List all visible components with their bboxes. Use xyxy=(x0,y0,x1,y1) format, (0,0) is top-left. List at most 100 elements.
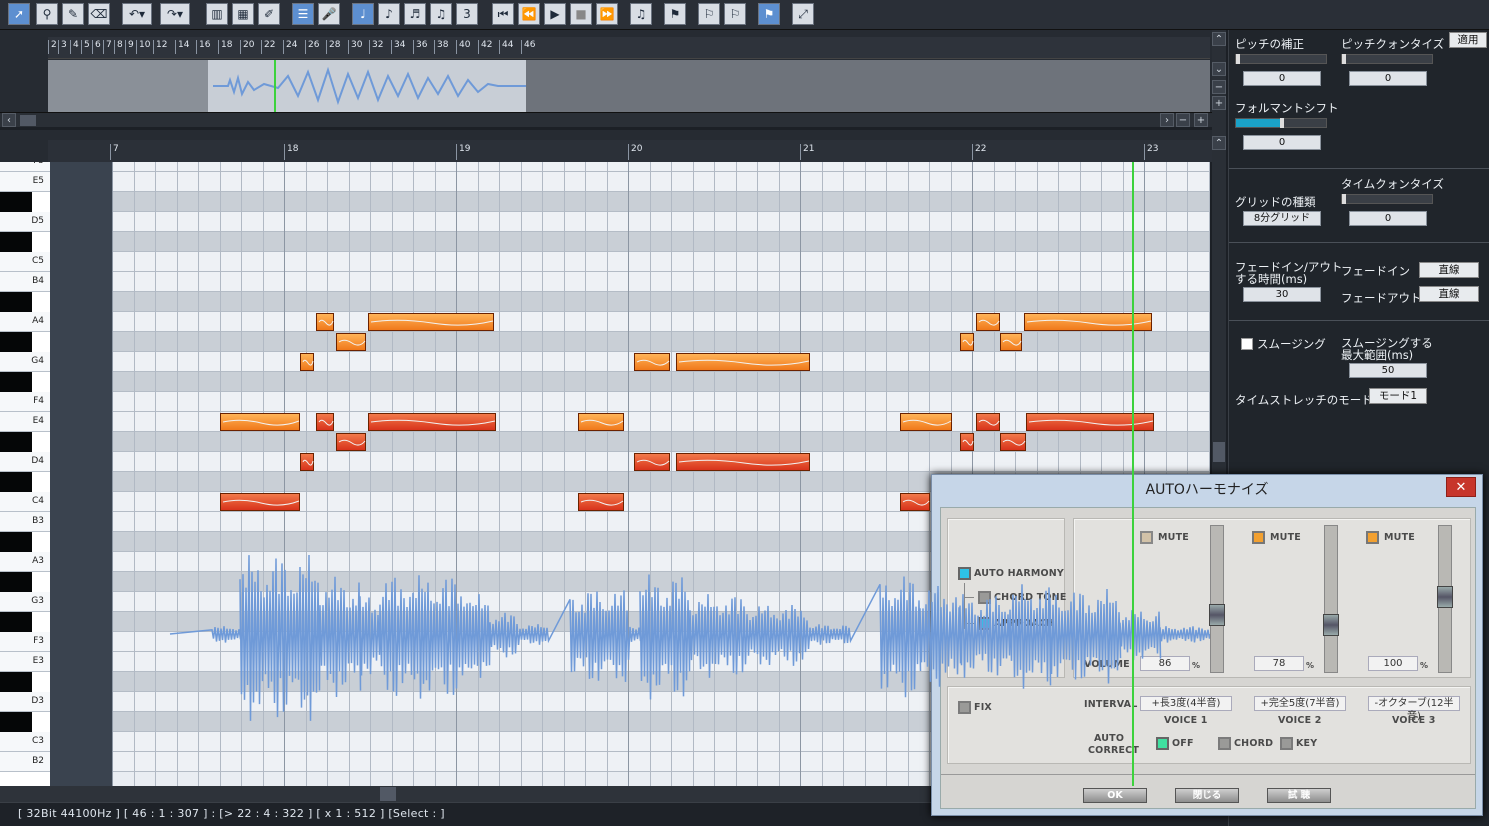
main-ruler[interactable]: 7 18 19 20 21 22 23 xyxy=(48,140,1212,162)
scroll-up-icon[interactable]: ⌃ xyxy=(1212,32,1226,46)
preview-button[interactable]: 試 聴 xyxy=(1267,788,1331,803)
smoothing-checkbox[interactable] xyxy=(1241,338,1253,350)
apply-button[interactable]: 適用 xyxy=(1449,32,1487,48)
overview-ruler[interactable]: 2 3 4 5 6 7 8 9 10 12 14 16 18 20 22 24 26 28 30 32 34 36 38 40… xyxy=(48,37,1210,59)
metronome-icon[interactable]: ♫ xyxy=(630,3,652,25)
voice-3-interval-select[interactable]: -オクターブ(12半音) xyxy=(1368,696,1460,722)
expand-icon[interactable]: ⤢ xyxy=(792,3,814,25)
zoom-out-icon[interactable]: − xyxy=(1176,113,1190,127)
pitch-note[interactable] xyxy=(316,413,334,431)
scroll-up-icon[interactable]: ⌃ xyxy=(1212,136,1226,150)
horizontal-scrollbar[interactable] xyxy=(0,786,930,802)
auto-correct-chord-radio[interactable] xyxy=(1218,737,1231,750)
pitch-note[interactable] xyxy=(976,313,1000,331)
piano-key[interactable]: C5 xyxy=(0,252,50,272)
pointer-tool-icon[interactable]: ➚ xyxy=(8,3,30,25)
scroll-right-icon[interactable]: › xyxy=(1160,113,1174,127)
piano-key[interactable] xyxy=(0,432,32,452)
time-stretch-button[interactable]: モード1 xyxy=(1369,388,1427,404)
piano-view-icon[interactable]: ▥ xyxy=(206,3,228,25)
pencil-grid-icon[interactable]: ✐ xyxy=(258,3,280,25)
note-whole-icon[interactable]: ♩ xyxy=(352,3,374,25)
rewind-icon[interactable]: ⏪ xyxy=(518,3,540,25)
pitch-note[interactable] xyxy=(900,493,930,511)
piano-key[interactable]: D4 xyxy=(0,452,50,472)
pitch-note[interactable] xyxy=(578,413,624,431)
pencil-tool-icon[interactable]: ✎ xyxy=(62,3,84,25)
piano-key[interactable]: E5 xyxy=(0,172,50,192)
time-quantize-slider[interactable] xyxy=(1341,194,1433,204)
overview-waveform[interactable] xyxy=(48,60,1210,112)
pitch-note[interactable] xyxy=(900,413,952,431)
redo-icon[interactable]: ↷▾ xyxy=(160,3,190,25)
piano-key[interactable]: F3 xyxy=(0,632,50,652)
piano-roll-grid[interactable] xyxy=(50,162,1210,786)
triplet-icon[interactable]: 3 xyxy=(456,3,478,25)
pitch-note[interactable] xyxy=(1000,333,1022,351)
mute-3-checkbox[interactable] xyxy=(1366,531,1379,544)
piano-key[interactable] xyxy=(0,612,32,632)
pitch-note[interactable] xyxy=(300,453,314,471)
fader-knob[interactable] xyxy=(1209,604,1225,626)
pitch-correct-slider[interactable] xyxy=(1235,54,1327,64)
pitch-note[interactable] xyxy=(316,313,334,331)
piano-key[interactable] xyxy=(0,572,32,592)
piano-key[interactable] xyxy=(0,372,32,392)
piano-key[interactable] xyxy=(0,712,32,732)
pitch-correct-value[interactable]: 0 xyxy=(1243,71,1321,86)
pitch-note[interactable] xyxy=(300,353,314,371)
grid-type-select[interactable]: 8分グリッド xyxy=(1243,211,1321,226)
fader-knob[interactable] xyxy=(1323,614,1339,636)
piano-key[interactable]: G3 xyxy=(0,592,50,612)
flag-icon[interactable]: ⚑ xyxy=(664,3,686,25)
pitch-note[interactable] xyxy=(220,413,300,431)
note-32nd-icon[interactable]: ♫ xyxy=(430,3,452,25)
pitch-note[interactable] xyxy=(1026,413,1154,431)
pitch-note[interactable] xyxy=(676,453,810,471)
fade-in-button[interactable]: 直線 xyxy=(1419,262,1479,278)
fade-out-button[interactable]: 直線 xyxy=(1419,286,1479,302)
piano-key[interactable] xyxy=(0,192,32,212)
piano-key[interactable]: B2 xyxy=(0,752,50,772)
microphone-icon[interactable]: 🎤 xyxy=(318,3,340,25)
pitch-note[interactable] xyxy=(578,493,624,511)
piano-key[interactable]: G4 xyxy=(0,352,50,372)
pitch-note[interactable] xyxy=(1000,433,1026,451)
piano-key[interactable]: B3 xyxy=(0,512,50,532)
formant-shift-value[interactable]: 0 xyxy=(1243,135,1321,150)
piano-key[interactable] xyxy=(0,332,32,352)
voice-3-volume-fader[interactable] xyxy=(1437,525,1453,673)
piano-key[interactable]: F5 xyxy=(0,162,50,172)
piano-key[interactable] xyxy=(0,472,32,492)
voice-2-volume-input[interactable]: 78 xyxy=(1254,656,1304,671)
pitch-note[interactable] xyxy=(368,413,496,431)
pitch-note[interactable] xyxy=(634,353,670,371)
go-start-icon[interactable]: ⏮ xyxy=(492,3,514,25)
horizontal-scroll-thumb[interactable] xyxy=(380,787,396,801)
piano-key[interactable]: A3 xyxy=(0,552,50,572)
piano-keyboard[interactable]: F5 E5 D5 C5 B4 A4 G4 F4 E4 D4 C4 B3 A3 G3 F3 E3 D3 C3 B2 xyxy=(0,162,50,786)
overview-scroll-thumb[interactable] xyxy=(20,115,36,126)
fade-time-value[interactable]: 30 xyxy=(1243,287,1321,302)
pitch-quantize-value[interactable]: 0 xyxy=(1349,71,1427,86)
pitch-note[interactable] xyxy=(220,493,300,511)
marker-prev-icon[interactable]: ⚐ xyxy=(698,3,720,25)
playhead[interactable] xyxy=(1132,162,1134,786)
smoothing-max-value[interactable]: 50 xyxy=(1349,363,1427,378)
marker-list-icon[interactable]: ⚑ xyxy=(758,3,780,25)
piano-key[interactable]: D5 xyxy=(0,212,50,232)
pitch-note[interactable] xyxy=(336,433,366,451)
time-quantize-value[interactable]: 0 xyxy=(1349,211,1427,226)
piano-key[interactable]: A4 xyxy=(0,312,50,332)
piano-key[interactable]: D3 xyxy=(0,692,50,712)
piano-key[interactable]: E3 xyxy=(0,652,50,672)
piano-key[interactable]: C4 xyxy=(0,492,50,512)
zoom-in-icon[interactable]: + xyxy=(1194,113,1208,127)
piano-key[interactable]: C3 xyxy=(0,732,50,752)
vertical-scroll-thumb[interactable] xyxy=(1213,442,1225,462)
marker-next-icon[interactable]: ⚐ xyxy=(724,3,746,25)
eraser-tool-icon[interactable]: ⌫ xyxy=(88,3,110,25)
undo-icon[interactable]: ↶▾ xyxy=(122,3,152,25)
close-icon[interactable]: ✕ xyxy=(1446,477,1476,497)
pitch-note[interactable] xyxy=(634,453,670,471)
